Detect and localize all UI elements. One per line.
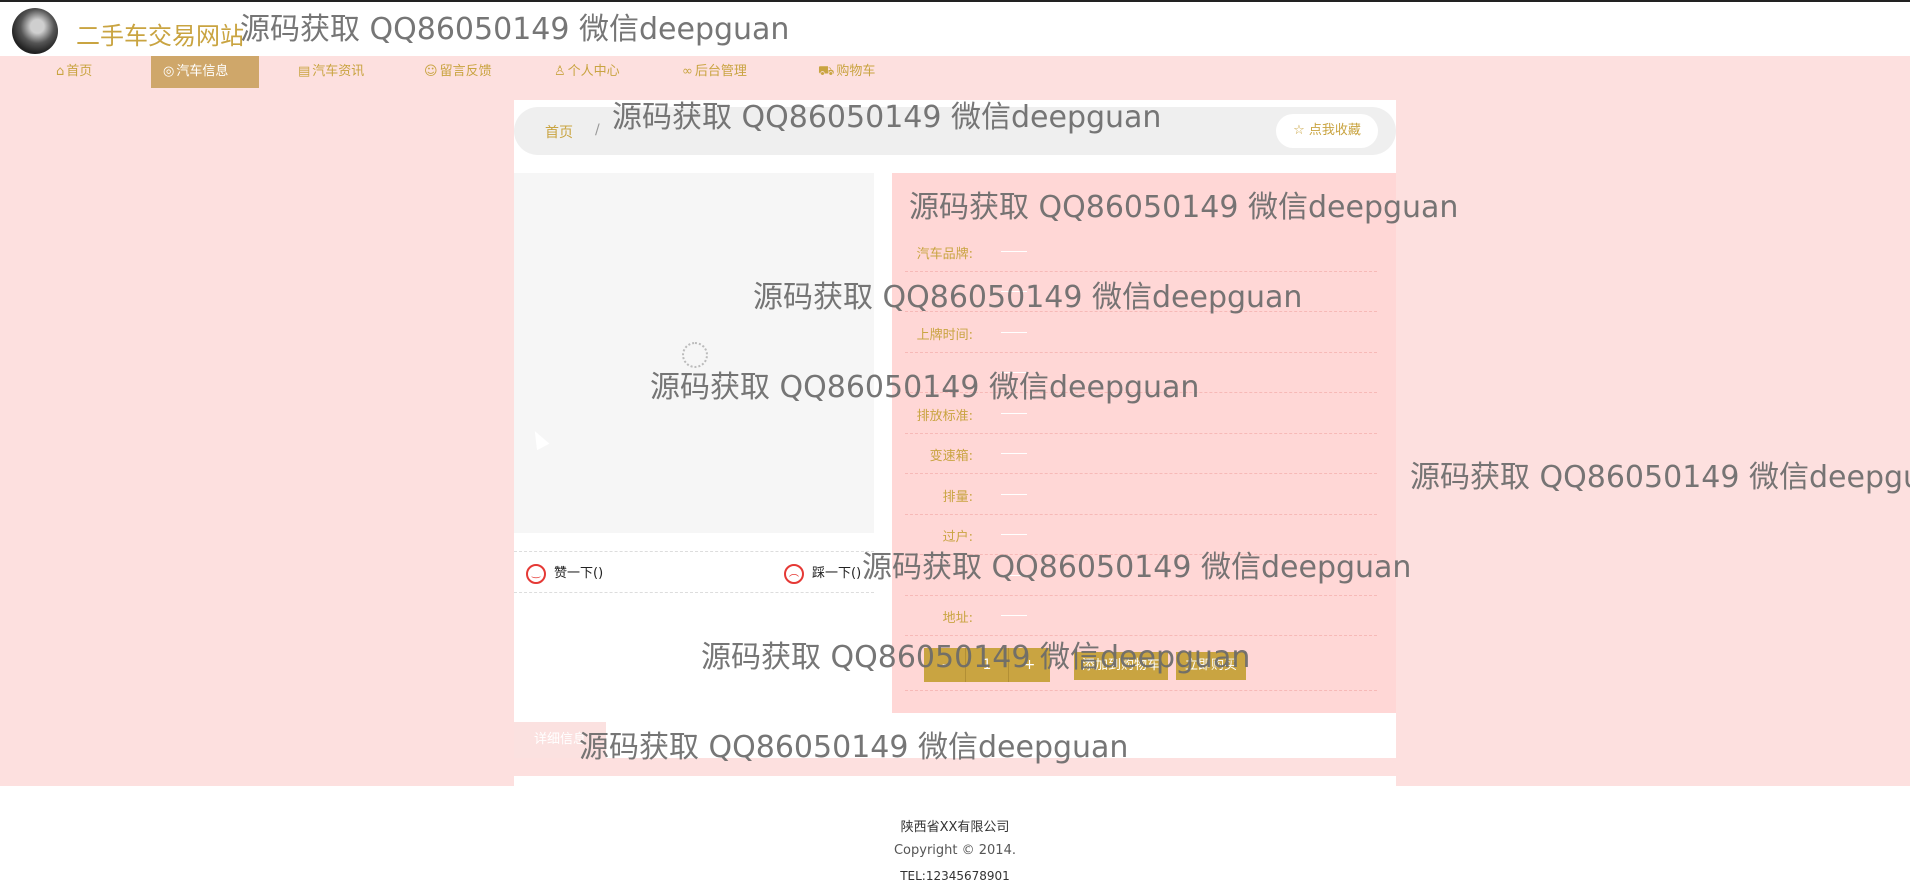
info-label: 地址: [942, 611, 973, 626]
watermark-text: 源码获取 QQ86050149 微信deepguan [753, 280, 1303, 315]
info-value [1001, 494, 1027, 495]
like-button[interactable]: ‿ 赞一下() [526, 562, 603, 584]
watermark-text: 源码获取 QQ86050149 微信deepguan [612, 100, 1162, 135]
smile-icon: ‿ [526, 563, 546, 584]
favorite-button[interactable]: ☆ 点我收藏 [1276, 114, 1378, 148]
dislike-label: 踩一下() [812, 566, 862, 581]
watermark-text: 源码获取 QQ86050149 微信deepguan [579, 730, 1129, 765]
info-row: 汽车品牌: [905, 231, 1377, 272]
breadcrumb-separator: / [595, 122, 600, 138]
info-label: 变速箱: [929, 449, 973, 464]
link-icon: ∞ [682, 64, 693, 79]
info-row: 上牌时间: [905, 312, 1377, 353]
footer-copyright: Copyright © 2014. [893, 843, 1016, 858]
watermark-text: 源码获取 QQ86050149 微信deepguan [650, 370, 1200, 405]
info-row: 排量: [905, 474, 1377, 515]
watermark-text: 源码获取 QQ86050149 微信deepguan [701, 640, 1251, 675]
nav-item-label: 后台管理 [694, 64, 747, 79]
star-icon: ☆ [1293, 123, 1305, 138]
nav-item-label: 首页 [66, 64, 93, 79]
main-nav: ⌂ 首页 ◎ 汽车信息 ▤ 汽车资讯 ☺ 留言反馈 ♙ 个人中心 ∞ 后台管理 ⛟ 购物车 [0, 56, 1910, 88]
message-icon: ☺ [424, 64, 438, 79]
cart-icon: ⛟ [818, 64, 835, 79]
info-value [1001, 534, 1027, 535]
info-label: 汽车品牌: [916, 247, 973, 262]
nav-item-admin[interactable]: ∞ 后台管理 [670, 56, 759, 88]
nav-item-label: 留言反馈 [439, 64, 492, 79]
like-label: 赞一下() [554, 566, 604, 581]
dislike-button[interactable]: ︵ 踩一下() [784, 562, 861, 584]
info-label: 排量: [942, 490, 973, 505]
breadcrumb-home[interactable]: 首页 [545, 122, 573, 142]
nav-item-label: 个人中心 [567, 64, 620, 79]
nav-item-profile[interactable]: ♙ 个人中心 [542, 56, 632, 88]
nav-item-label: 购物车 [836, 64, 876, 79]
favorite-label: 点我收藏 [1308, 123, 1361, 138]
footer-company: 陕西省XX有限公司 [900, 820, 1010, 835]
user-icon: ♙ [554, 64, 566, 79]
nav-item-car-news[interactable]: ▤ 汽车资讯 [286, 56, 376, 88]
footer-tel: TEL:12345678901 [900, 869, 1010, 883]
info-value [1001, 251, 1027, 252]
nav-item-home[interactable]: ⌂ 首页 [44, 56, 104, 88]
home-icon: ⌂ [56, 64, 65, 79]
info-value [1001, 615, 1027, 616]
info-value [1001, 413, 1027, 414]
watermark-text: 源码获取 QQ86050149 微信deepguan [240, 12, 790, 47]
nav-item-label: 汽车资讯 [312, 64, 365, 79]
watermark-text: 源码获取 QQ86050149 微信deepguan [909, 190, 1459, 225]
site-logo[interactable] [12, 8, 58, 54]
nav-item-label: 汽车信息 [176, 64, 229, 79]
nav-item-car-info[interactable]: ◎ 汽车信息 [151, 56, 259, 88]
info-label: 排放标准: [916, 409, 973, 424]
info-value [1001, 453, 1027, 454]
nav-item-feedback[interactable]: ☺ 留言反馈 [412, 56, 504, 88]
info-value [1001, 332, 1027, 333]
frown-icon: ︵ [784, 563, 804, 584]
news-icon: ▤ [298, 64, 311, 79]
watermark-text: 源码获取 QQ86050149 微信deepguan [862, 550, 1412, 585]
info-label: 上牌时间: [916, 328, 973, 343]
nav-item-cart[interactable]: ⛟ 购物车 [806, 56, 887, 88]
vote-row: ‿ 赞一下() ︵ 踩一下() [514, 551, 874, 593]
car-icon: ◎ [163, 64, 175, 79]
watermark-text: 源码获取 QQ86050149 微信deepguan [1410, 460, 1910, 495]
info-row: 地址: [905, 595, 1377, 636]
info-row: 变速箱: [905, 433, 1377, 474]
site-title[interactable]: 二手车交易网站 [76, 16, 244, 51]
